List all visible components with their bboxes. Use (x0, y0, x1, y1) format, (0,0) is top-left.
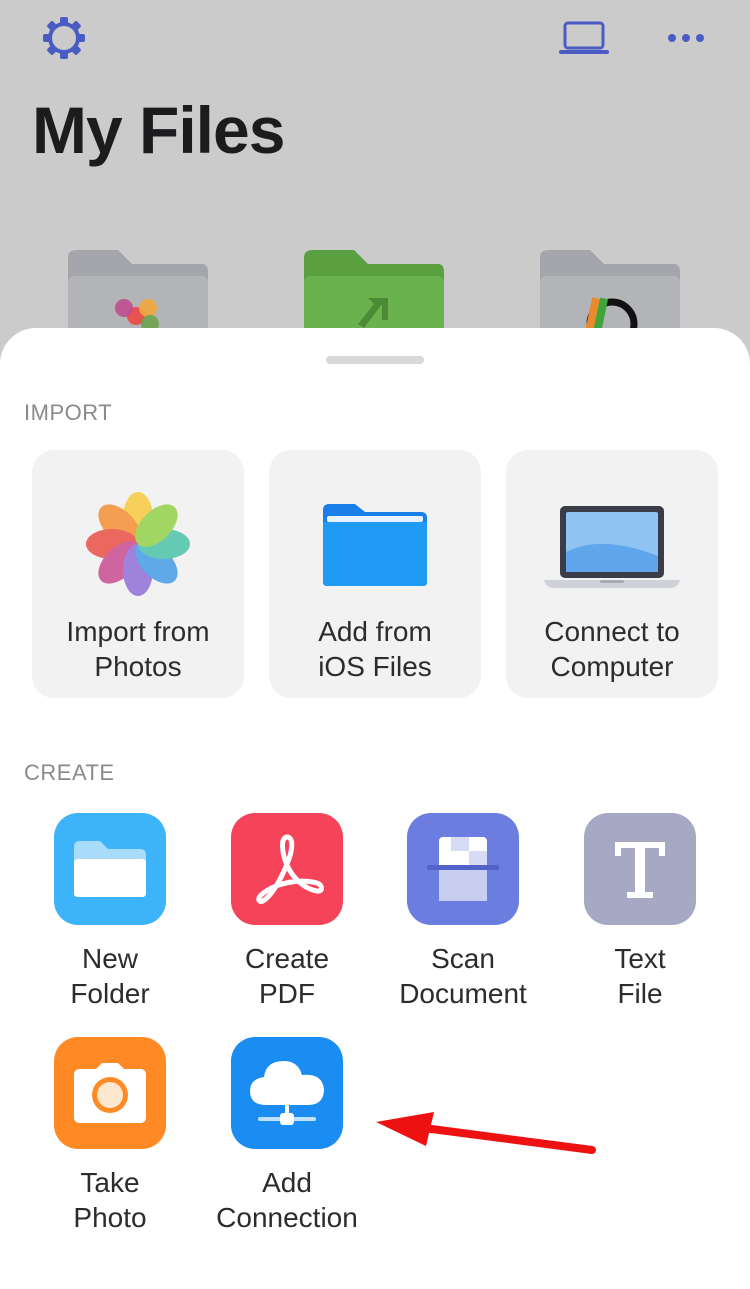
add-from-ios-files-button[interactable]: Add from iOS Files (269, 450, 481, 698)
new-folder-button[interactable]: New Folder (25, 813, 195, 1023)
page-title: My Files (32, 93, 285, 167)
connect-to-computer-label: Connect to Computer (544, 616, 680, 682)
camera-icon (54, 1037, 166, 1149)
scan-document-button[interactable]: Scan Document (378, 813, 548, 1023)
top-bar (0, 0, 750, 80)
red-arrow-annotation (370, 1100, 600, 1170)
add-connection-button[interactable]: Add Connection (202, 1037, 372, 1247)
scanner-icon (407, 813, 519, 925)
add-from-ios-files-label: Add from iOS Files (318, 616, 432, 682)
create-pdf-label: Create PDF (244, 943, 330, 1009)
acrobat-icon (231, 813, 343, 925)
take-photo-button[interactable]: Take Photo (25, 1037, 195, 1247)
scan-document-label: Scan Document (399, 943, 527, 1009)
create-pdf-button[interactable]: Create PDF (202, 813, 372, 1023)
gear-icon[interactable] (40, 14, 88, 62)
text-file-label: Text File (614, 943, 666, 1009)
import-section-label: IMPORT (24, 400, 113, 425)
laptop-icon[interactable] (556, 18, 612, 58)
blue-folder-icon (321, 502, 429, 593)
photos-icon (84, 490, 192, 603)
open-folder-icon (54, 813, 166, 925)
sheet-grabber[interactable] (326, 356, 424, 364)
laptop-icon (542, 504, 682, 597)
text-t-icon (584, 813, 696, 925)
take-photo-label: Take Photo (73, 1167, 147, 1233)
add-connection-label: Add Connection (216, 1167, 358, 1233)
create-section-label: CREATE (24, 760, 115, 785)
new-folder-label: New Folder (70, 943, 150, 1009)
ellipsis-icon[interactable] (664, 22, 708, 54)
import-from-photos-button[interactable]: Import from Photos (32, 450, 244, 698)
connect-to-computer-button[interactable]: Connect to Computer (506, 450, 718, 698)
text-file-button[interactable]: Text File (555, 813, 725, 1023)
cloud-network-icon (231, 1037, 343, 1149)
import-from-photos-label: Import from Photos (66, 616, 210, 682)
